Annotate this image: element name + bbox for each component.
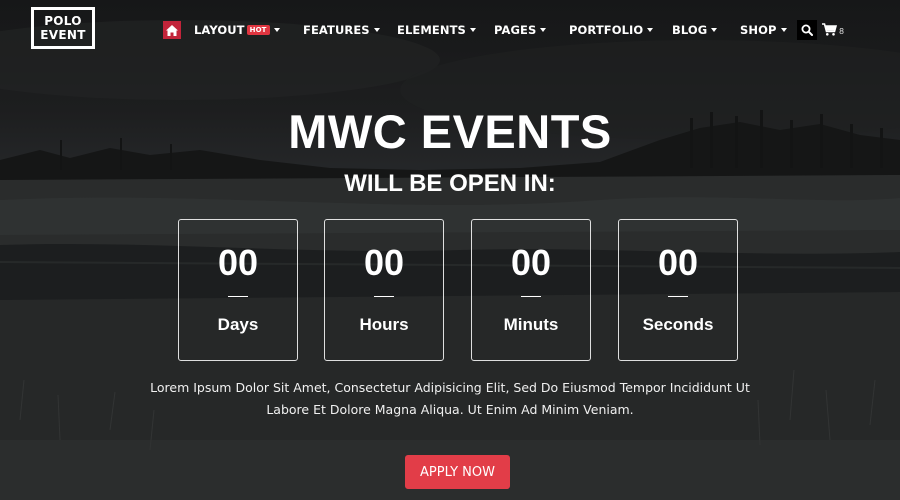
chevron-down-icon bbox=[711, 28, 718, 32]
search-button[interactable] bbox=[797, 20, 817, 40]
chevron-down-icon bbox=[469, 28, 476, 32]
nav-item-portfolio[interactable]: PORTFOLIO bbox=[569, 23, 654, 37]
nav-item-label: PAGES bbox=[494, 23, 537, 37]
nav-item-label: LAYOUT bbox=[194, 23, 245, 37]
landscape-background-image bbox=[0, 20, 900, 500]
nav-item-shop[interactable]: SHOP bbox=[740, 23, 787, 37]
logo-line-1: POLO bbox=[44, 14, 82, 28]
chevron-down-icon bbox=[647, 28, 654, 32]
countdown-seconds: 00 Seconds bbox=[618, 219, 738, 361]
countdown-value: 00 bbox=[363, 242, 405, 283]
description-line-1: Lorem Ipsum Dolor Sit Amet, Consectetur … bbox=[150, 380, 750, 395]
apply-now-button[interactable]: APPLY NOW bbox=[405, 455, 510, 489]
countdown-value: 00 bbox=[510, 242, 552, 283]
chevron-down-icon bbox=[780, 28, 787, 32]
home-button[interactable] bbox=[163, 21, 181, 39]
nav-item-label: ELEMENTS bbox=[397, 23, 466, 37]
chevron-down-icon bbox=[540, 28, 547, 32]
logo-line-2: EVENT bbox=[40, 28, 86, 42]
countdown-label: Days bbox=[217, 315, 259, 334]
cart-button[interactable]: 8 bbox=[822, 23, 844, 36]
nav-item-features[interactable]: FEATURES bbox=[303, 23, 380, 37]
nav-item-label: PORTFOLIO bbox=[569, 23, 644, 37]
home-icon bbox=[166, 24, 178, 36]
cart-count-badge: 8 bbox=[839, 27, 845, 36]
divider bbox=[228, 296, 248, 297]
countdown-value: 00 bbox=[657, 242, 699, 283]
cart-icon bbox=[822, 23, 837, 36]
divider bbox=[374, 296, 394, 297]
countdown-label: Hours bbox=[359, 315, 409, 334]
chevron-down-icon bbox=[373, 28, 380, 32]
nav-item-elements[interactable]: ELEMENTS bbox=[397, 23, 476, 37]
page-title: MWC EVENTS bbox=[288, 105, 612, 158]
nav-item-label: SHOP bbox=[740, 23, 777, 37]
search-icon bbox=[801, 24, 813, 36]
nav-item-label: BLOG bbox=[672, 23, 708, 37]
page-subtitle: WILL BE OPEN IN: bbox=[344, 170, 556, 197]
hero-description: Lorem Ipsum Dolor Sit Amet, Consectetur … bbox=[120, 377, 780, 421]
countdown-hours: 00 Hours bbox=[324, 219, 444, 361]
nav-item-label: FEATURES bbox=[303, 23, 370, 37]
countdown-label: Seconds bbox=[642, 315, 714, 334]
hot-badge: HOT bbox=[246, 25, 270, 35]
divider bbox=[521, 296, 541, 297]
description-line-2: Labore Et Dolore Magna Aliqua. Ut Enim A… bbox=[266, 402, 634, 417]
nav-item-blog[interactable]: BLOG bbox=[672, 23, 718, 37]
site-logo[interactable]: POLO EVENT bbox=[31, 7, 95, 49]
divider bbox=[668, 296, 688, 297]
countdown-days: 00 Days bbox=[178, 219, 298, 361]
hero-section: POLO EVENT LAYOUT HOT FEATURES ELEMENTS … bbox=[0, 0, 900, 500]
countdown-minutes: 00 Minuts bbox=[471, 219, 591, 361]
countdown-value: 00 bbox=[217, 242, 259, 283]
chevron-down-icon bbox=[273, 28, 280, 32]
countdown-label: Minuts bbox=[503, 315, 559, 334]
nav-item-pages[interactable]: PAGES bbox=[494, 23, 547, 37]
nav-item-layout[interactable]: LAYOUT HOT bbox=[194, 23, 280, 37]
